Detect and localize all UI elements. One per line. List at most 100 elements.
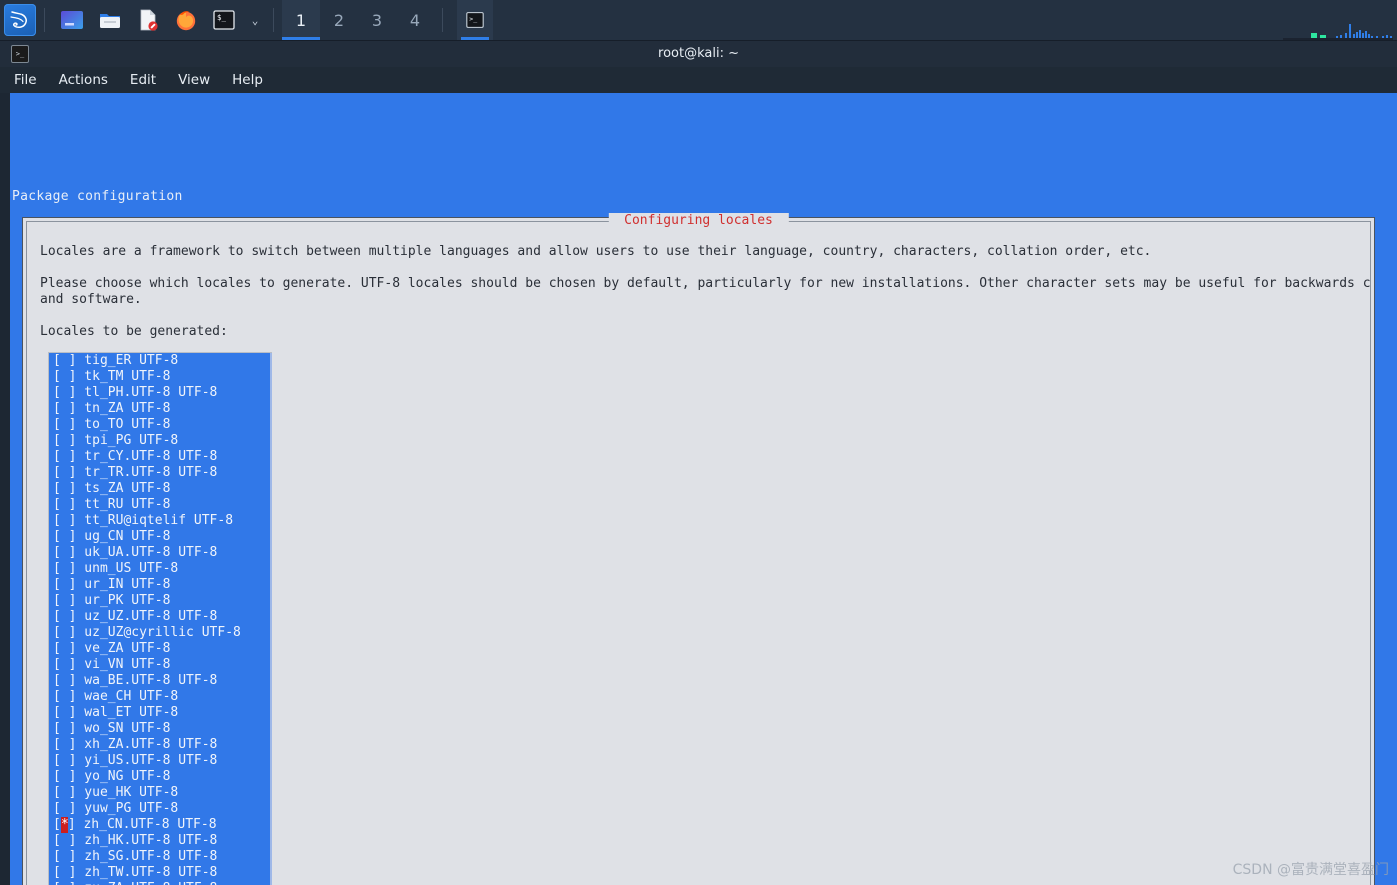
launcher-text-editor[interactable]: [133, 5, 163, 35]
chevron-down-icon[interactable]: ⌄: [245, 5, 265, 35]
workspace-button-3[interactable]: 3: [358, 0, 396, 40]
listbox-scrollbar[interactable]: [270, 353, 272, 885]
locale-label: xh_ZA.UTF-8 UTF-8: [76, 737, 218, 752]
locale-row[interactable]: [ ] zh_SG.UTF-8 UTF-8: [49, 849, 272, 865]
locale-checkbox[interactable]: [ ]: [53, 513, 76, 528]
locale-row[interactable]: [ ] yi_US.UTF-8 UTF-8: [49, 753, 272, 769]
locale-checkbox[interactable]: [ ]: [53, 481, 76, 496]
locale-row[interactable]: [ ] tr_TR.UTF-8 UTF-8: [49, 465, 272, 481]
locale-row[interactable]: [ ] tr_CY.UTF-8 UTF-8: [49, 449, 272, 465]
locale-row[interactable]: [ ] wal_ET UTF-8: [49, 705, 272, 721]
locale-label: vi_VN UTF-8: [76, 657, 171, 672]
kali-menu-button[interactable]: [4, 4, 36, 36]
locale-checkbox[interactable]: [ ]: [53, 737, 76, 752]
workspace-button-4[interactable]: 4: [396, 0, 434, 40]
locale-row[interactable]: [ ] wa_BE.UTF-8 UTF-8: [49, 673, 272, 689]
locale-row[interactable]: [ ] zu_ZA.UTF-8 UTF-8: [49, 881, 272, 885]
locale-row[interactable]: [ ] ve_ZA UTF-8: [49, 641, 272, 657]
workspace-button-2[interactable]: 2: [320, 0, 358, 40]
locale-row[interactable]: [ ] tl_PH.UTF-8 UTF-8: [49, 385, 272, 401]
locale-checkbox[interactable]: [ ]: [53, 577, 76, 592]
locale-checkbox[interactable]: [ ]: [53, 369, 76, 384]
locale-row[interactable]: [ ] yo_NG UTF-8: [49, 769, 272, 785]
locale-checkbox[interactable]: [ ]: [53, 785, 76, 800]
locale-checkbox[interactable]: [ ]: [53, 641, 76, 656]
locale-checkbox[interactable]: [ ]: [53, 609, 76, 624]
locale-row[interactable]: [ ] uz_UZ@cyrillic UTF-8: [49, 625, 272, 641]
locale-checkbox[interactable]: [ ]: [53, 401, 76, 416]
menu-view[interactable]: View: [178, 72, 210, 88]
locale-row[interactable]: [ ] ts_ZA UTF-8: [49, 481, 272, 497]
locale-checkbox[interactable]: [ ]: [53, 353, 76, 368]
locale-checkbox[interactable]: [ ]: [53, 721, 76, 736]
locale-row[interactable]: [ ] ur_PK UTF-8: [49, 593, 272, 609]
workspace-switcher: 1234: [282, 0, 434, 40]
locale-row[interactable]: [ ] xh_ZA.UTF-8 UTF-8: [49, 737, 272, 753]
terminal-content[interactable]: Package configuration Configuring locale…: [0, 93, 1397, 885]
locale-row[interactable]: [ ] vi_VN UTF-8: [49, 657, 272, 673]
window-titlebar[interactable]: >_ root@kali: ~: [0, 40, 1397, 67]
locale-row[interactable]: [ ] unm_US UTF-8: [49, 561, 272, 577]
locale-checkbox[interactable]: [ ]: [53, 465, 76, 480]
locale-label: tr_CY.UTF-8 UTF-8: [76, 449, 218, 464]
menu-help[interactable]: Help: [232, 72, 263, 88]
locale-checkbox[interactable]: [ ]: [53, 497, 76, 512]
locale-checkbox[interactable]: [ ]: [53, 801, 76, 816]
locale-checkbox[interactable]: [ ]: [53, 849, 76, 864]
locales-listbox[interactable]: [ ] tig_ER UTF-8[ ] tk_TM UTF-8[ ] tl_PH…: [48, 352, 272, 885]
locale-row[interactable]: [ ] tt_RU@iqtelif UTF-8: [49, 513, 272, 529]
locale-row[interactable]: [ ] wo_SN UTF-8: [49, 721, 272, 737]
locale-row[interactable]: [ ] zh_TW.UTF-8 UTF-8: [49, 865, 272, 881]
locale-checkbox[interactable]: [ ]: [53, 417, 76, 432]
locale-row[interactable]: [ ] yue_HK UTF-8: [49, 785, 272, 801]
launcher-file-manager[interactable]: [95, 5, 125, 35]
locale-label: ur_PK UTF-8: [76, 593, 171, 608]
locale-checkbox[interactable]: [ ]: [53, 545, 76, 560]
locale-row[interactable]: [ ] ur_IN UTF-8: [49, 577, 272, 593]
task-terminal[interactable]: >_: [457, 0, 493, 40]
locale-checkbox[interactable]: [ ]: [53, 673, 76, 688]
dialog-title: Configuring locales: [608, 213, 789, 228]
locale-row[interactable]: [ ] uk_UA.UTF-8 UTF-8: [49, 545, 272, 561]
locale-label: wa_BE.UTF-8 UTF-8: [76, 673, 218, 688]
menu-actions[interactable]: Actions: [59, 72, 108, 88]
locale-checkbox[interactable]: [ ]: [53, 433, 76, 448]
locale-row[interactable]: [ ] to_TO UTF-8: [49, 417, 272, 433]
launcher-terminal[interactable]: $_: [209, 5, 239, 35]
locale-checkbox[interactable]: [ ]: [53, 881, 76, 885]
locale-row[interactable]: [ ] ug_CN UTF-8: [49, 529, 272, 545]
locale-checkbox[interactable]: [ ]: [53, 689, 76, 704]
locale-checkbox[interactable]: [ ]: [53, 833, 76, 848]
locale-checkbox[interactable]: [*]: [53, 817, 76, 833]
locale-row[interactable]: [ ] yuw_PG UTF-8: [49, 801, 272, 817]
locale-checkbox[interactable]: [ ]: [53, 865, 76, 880]
locale-checkbox[interactable]: [ ]: [53, 657, 76, 672]
locale-checkbox[interactable]: [ ]: [53, 705, 76, 720]
locale-checkbox[interactable]: [ ]: [53, 769, 76, 784]
locale-row[interactable]: [ ] tn_ZA UTF-8: [49, 401, 272, 417]
locale-checkbox[interactable]: [ ]: [53, 561, 76, 576]
locale-label: yue_HK UTF-8: [76, 785, 179, 800]
launcher-firefox[interactable]: [171, 5, 201, 35]
locale-row[interactable]: [ ] wae_CH UTF-8: [49, 689, 272, 705]
locale-checkbox[interactable]: [ ]: [53, 449, 76, 464]
locale-checkbox[interactable]: [ ]: [53, 385, 76, 400]
locale-row[interactable]: [ ] zh_HK.UTF-8 UTF-8: [49, 833, 272, 849]
locale-row[interactable]: [ ] tk_TM UTF-8: [49, 369, 272, 385]
locale-label: tt_RU UTF-8: [76, 497, 171, 512]
locale-checkbox[interactable]: [ ]: [53, 625, 76, 640]
locale-row[interactable]: [ ] tig_ER UTF-8: [49, 353, 272, 369]
locale-checkbox[interactable]: [ ]: [53, 593, 76, 608]
locale-row[interactable]: [ ] tpi_PG UTF-8: [49, 433, 272, 449]
locale-checkbox[interactable]: [ ]: [53, 529, 76, 544]
locale-row[interactable]: [ ] tt_RU UTF-8: [49, 497, 272, 513]
menu-file[interactable]: File: [14, 72, 37, 88]
locale-row[interactable]: [*] zh_CN.UTF-8 UTF-8: [49, 817, 272, 833]
locale-checkbox[interactable]: [ ]: [53, 753, 76, 768]
workspace-button-1[interactable]: 1: [282, 0, 320, 40]
menu-edit[interactable]: Edit: [130, 72, 156, 88]
launcher-app-window[interactable]: [57, 5, 87, 35]
locale-row[interactable]: [ ] uz_UZ.UTF-8 UTF-8: [49, 609, 272, 625]
network-activity-graph[interactable]: [1283, 6, 1393, 40]
locale-label: to_TO UTF-8: [76, 417, 171, 432]
